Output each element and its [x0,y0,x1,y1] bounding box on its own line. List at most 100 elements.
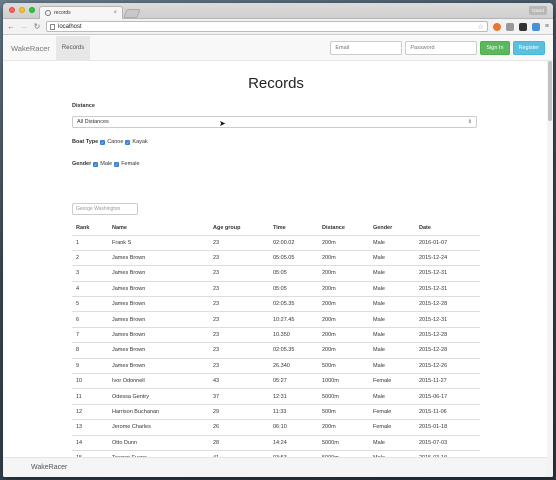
extension-icon[interactable] [492,22,501,31]
table-row: 6 James Brown 23 10:27.45 200m Male 2015-12-31 [72,311,480,328]
site-footer: WakeRacer [3,457,547,477]
table-cell: Otto Dunn [108,434,209,451]
column-header: Date [415,221,480,236]
address-bar[interactable]: localhost ☆ [46,21,488,32]
female-label: Female [121,161,140,167]
table-cell: 200m [318,311,369,328]
url-text: localhost [58,23,82,30]
globe-icon [45,10,51,16]
extension-icon[interactable] [531,22,540,31]
browser-window: records × David ← → ↻ localhost ☆ ≡ Wake… [3,3,553,477]
table-cell: 200m [318,296,369,312]
login-form: Sign In Register [330,41,545,55]
table-cell: Harrison Buchanan [108,403,209,420]
canoe-checkbox[interactable]: ✓ [100,139,106,145]
bookmark-star-icon[interactable]: ☆ [478,23,484,31]
table-cell: 05:27 [269,373,318,389]
kayak-checkbox[interactable]: ✓ [125,139,131,145]
table-row: 7 James Brown 23 10.350 200m Male 2015-12-28 [72,326,480,343]
distance-select[interactable]: All Distances ⇕ [72,116,477,128]
table-cell: 23 [209,280,269,297]
register-button[interactable]: Register [512,41,545,55]
table-cell: 02:00.02 [269,234,318,251]
table-cell: 7 [72,326,108,343]
name-search-input[interactable]: George Washington [72,203,138,215]
extension-icon[interactable] [518,22,527,31]
table-cell: 26 [209,419,269,436]
table-cell: 05:05 [269,265,318,282]
table-cell: Male [369,265,415,282]
table-cell: James Brown [108,311,209,328]
table-cell: 9 [72,357,108,374]
reload-icon[interactable]: ↻ [33,22,41,31]
table-row: 11 Odessa Gentry 37 12:31 5000m Male 2015-06-1… [72,388,480,405]
canoe-label: Canoe [107,139,124,145]
distance-label: Distance [72,103,95,109]
records-table: Rank Name Age group Time Distance Gender… [72,221,480,477]
extension-icon[interactable] [505,22,514,31]
table-cell: Male [369,326,415,343]
table-row: 12 Harrison Buchanan 29 11:33 500m Female 2015… [72,403,480,420]
table-cell: 02:05.35 [269,342,318,359]
table-row: 1 Frank S 23 02:00.02 200m Male 2016-01-07 [72,234,480,251]
female-checkbox[interactable]: ✓ [114,161,120,167]
male-label: Male [100,161,113,167]
maximize-window-button[interactable] [29,7,35,13]
male-checkbox[interactable]: ✓ [93,161,99,167]
table-cell: 05:05 [269,280,318,297]
table-row: 13 Jerome Charles 26 06:10 200m Female 2015-01… [72,419,480,436]
table-cell: 200m [318,265,369,282]
profile-button[interactable]: David [529,6,547,15]
browser-tab[interactable]: records × [39,6,123,19]
table-row: 9 James Brown 23 26.340 500m Male 2015-12-26 [72,357,480,374]
page-scrollbar[interactable] [547,61,553,477]
window-controls [9,7,35,13]
email-field[interactable] [330,41,403,55]
table-cell: 2015-12-24 [415,249,480,266]
nav-records-link[interactable]: Records [55,36,91,60]
table-cell: 2015-12-28 [415,326,480,343]
password-field[interactable] [405,41,478,55]
close-window-button[interactable] [9,7,15,13]
table-cell: 200m [318,280,369,297]
table-cell: Odessa Gentry [108,388,209,405]
sign-in-button[interactable]: Sign In [480,41,510,55]
table-cell: Male [369,311,415,328]
table-cell: 1 [72,234,108,251]
table-cell: 14 [72,434,108,451]
table-cell: 200m [318,326,369,343]
table-cell: 23 [209,265,269,282]
minimize-window-button[interactable] [19,7,25,13]
new-tab-button[interactable] [123,9,141,18]
table-cell: 43 [209,373,269,389]
table-cell: 200m [318,249,369,266]
table-cell: 28 [209,434,269,451]
table-cell: James Brown [108,296,209,312]
table-cell: 10:27.45 [269,311,318,328]
table-cell: Male [369,296,415,312]
table-cell: James Brown [108,249,209,266]
table-cell: 29 [209,403,269,420]
table-cell: 23 [209,311,269,328]
table-row: 14 Otto Dunn 28 14:24 5000m Male 2015-07-03 [72,434,480,451]
table-cell: 5000m [318,388,369,405]
table-cell: 11 [72,388,108,405]
table-cell: Male [369,388,415,405]
table-cell: Jerome Charles [108,419,209,436]
table-row: 10 Ivor Odonnell 43 05:27 1000m Female 2015-11… [72,373,480,389]
table-cell: 2015-01-18 [415,419,480,436]
table-cell: 5 [72,296,108,312]
table-cell: 4 [72,280,108,297]
scrollbar-thumb[interactable] [548,61,552,121]
close-tab-icon[interactable]: × [113,10,117,16]
navbar-brand[interactable]: WakeRacer [11,44,50,53]
site-navbar: WakeRacer Records Sign In Register [3,36,553,61]
table-cell: 200m [318,342,369,359]
menu-icon[interactable]: ≡ [545,23,549,30]
column-header: Name [108,221,209,236]
table-cell: 11:33 [269,403,318,420]
table-cell: Frank S [108,234,209,251]
table-cell: 2 [72,249,108,266]
forward-arrow-icon[interactable]: → [20,22,28,31]
back-arrow-icon[interactable]: ← [7,22,15,31]
